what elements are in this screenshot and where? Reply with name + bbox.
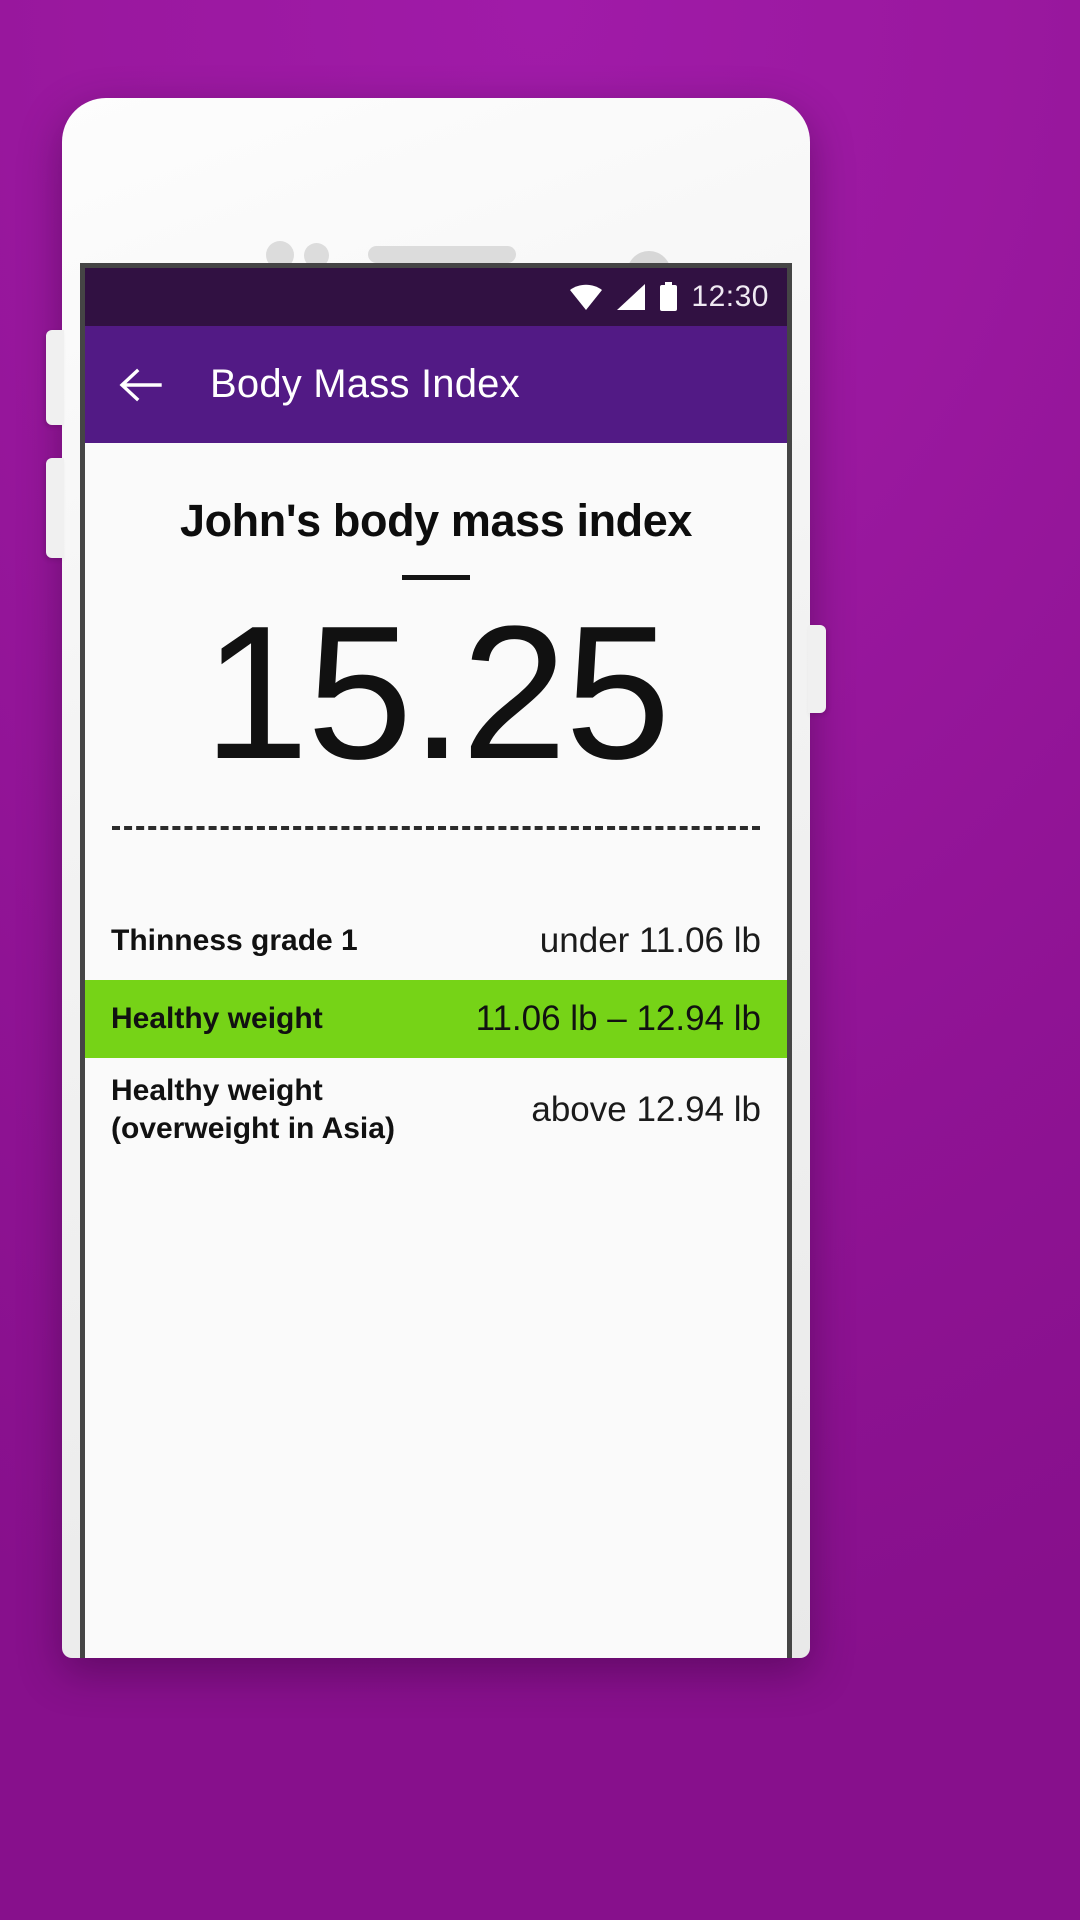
- bmi-value: 15.25: [203, 587, 670, 799]
- power-button[interactable]: [808, 625, 826, 713]
- table-row[interactable]: Healthy weight (overweight in Asia) abov…: [85, 1058, 787, 1162]
- category-range: under 11.06 lb: [539, 921, 761, 960]
- wifi-icon: [570, 284, 603, 310]
- category-range: above 12.94 lb: [531, 1089, 761, 1129]
- bmi-result-content: John's body mass index 15.25 Thinness gr…: [85, 443, 787, 1658]
- back-arrow-icon[interactable]: [118, 363, 162, 407]
- category-range: 11.06 lb – 12.94 lb: [475, 999, 761, 1038]
- earpiece-speaker: [368, 246, 516, 263]
- volume-down-button[interactable]: [46, 458, 64, 558]
- battery-icon: [660, 282, 678, 311]
- category-label: Healthy weight: [111, 1002, 323, 1036]
- status-bar-clock: 12:30: [691, 280, 769, 313]
- table-row[interactable]: Healthy weight 11.06 lb – 12.94 lb: [85, 980, 787, 1058]
- bmi-category-list: Thinness grade 1 under 11.06 lb Healthy …: [85, 902, 787, 1162]
- app-bar: Body Mass Index: [85, 326, 787, 443]
- cell-signal-icon: [617, 283, 646, 310]
- page-title: Body Mass Index: [210, 362, 520, 406]
- dashed-divider: [112, 826, 760, 830]
- volume-up-button[interactable]: [46, 330, 64, 425]
- category-label: Healthy weight (overweight in Asia): [111, 1074, 395, 1145]
- phone-screen: 12:30 Body Mass Index John's body mass i…: [80, 263, 792, 1658]
- result-heading: John's body mass index: [179, 495, 693, 546]
- heading-divider: [402, 575, 470, 580]
- table-row[interactable]: Thinness grade 1 under 11.06 lb: [85, 902, 787, 980]
- status-bar: 12:30: [85, 268, 787, 326]
- category-label: Thinness grade 1: [111, 924, 358, 958]
- phone-device: 12:30 Body Mass Index John's body mass i…: [46, 98, 826, 1658]
